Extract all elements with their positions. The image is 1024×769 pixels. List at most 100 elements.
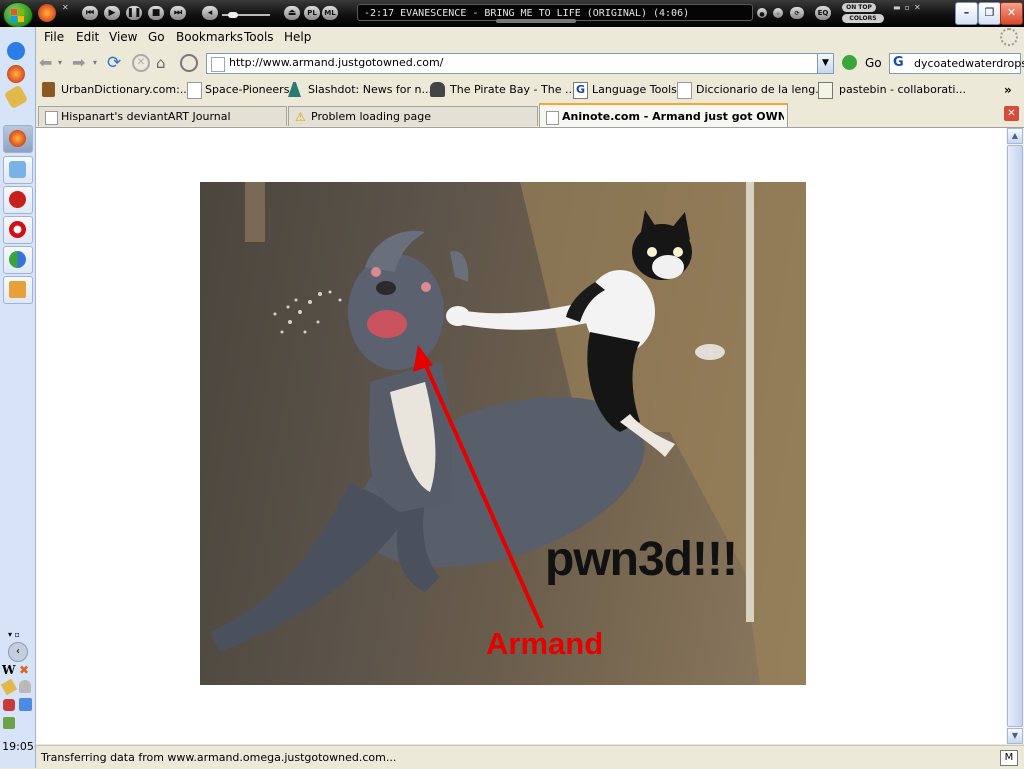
editor-icon bbox=[9, 161, 26, 178]
ie-icon[interactable] bbox=[7, 42, 25, 60]
bookmark-slashdot[interactable]: Slashdot: News for n... bbox=[308, 83, 432, 96]
close-tab-icon[interactable]: ✕ bbox=[1004, 106, 1019, 121]
search-input[interactable]: dycoatedwaterdrops bbox=[914, 57, 1024, 70]
bookmark-pastebin[interactable]: pastebin - collaborati... bbox=[839, 83, 966, 96]
minimize-button[interactable]: – bbox=[955, 2, 978, 25]
shuffle-icon[interactable]: ◦ bbox=[773, 8, 783, 18]
page-icon bbox=[211, 57, 225, 72]
firefox-window: File Edit View Go Bookmarks Tools Help ⬅… bbox=[36, 27, 1024, 769]
player-menu-icon[interactable]: ✕ bbox=[62, 3, 72, 13]
tab-deviantart[interactable]: Hispanart's deviantART Journal bbox=[38, 106, 287, 126]
meme-illustration bbox=[210, 182, 806, 685]
home-icon[interactable]: ⌂ bbox=[156, 54, 174, 72]
address-bar[interactable]: http://www.armand.justgotowned.com/ bbox=[206, 53, 834, 74]
wikipedia-icon[interactable]: W bbox=[2, 663, 15, 677]
menu-file[interactable]: File bbox=[44, 30, 64, 44]
cat-paw bbox=[695, 344, 725, 360]
menu-tools[interactable]: Tools bbox=[244, 30, 274, 44]
address-dropdown-button[interactable]: ▼ bbox=[817, 53, 834, 74]
seek-bar[interactable] bbox=[496, 19, 576, 23]
back-arrow-icon[interactable]: ⬅ bbox=[39, 54, 57, 72]
tray-network-icon[interactable] bbox=[19, 698, 32, 711]
restore-button[interactable]: ❐ bbox=[978, 2, 1001, 25]
volume-icon: ◂ bbox=[202, 6, 218, 20]
taskbar-tools-button[interactable] bbox=[3, 276, 33, 304]
start-button[interactable] bbox=[3, 2, 33, 28]
urbandictionary-icon bbox=[42, 82, 55, 97]
back-dropdown-icon[interactable]: ▾ bbox=[58, 54, 66, 72]
address-text[interactable]: http://www.armand.justgotowned.com/ bbox=[229, 56, 443, 69]
colors-toggle[interactable]: COLORS bbox=[842, 14, 884, 23]
stop-button[interactable]: ■ bbox=[148, 6, 164, 20]
repeat-icon[interactable]: ⟳ bbox=[790, 7, 804, 19]
tray-tools-icon[interactable] bbox=[0, 678, 18, 696]
page-icon bbox=[187, 82, 202, 99]
tools-icon[interactable] bbox=[3, 84, 29, 110]
history-clock-icon[interactable] bbox=[180, 54, 198, 72]
water-spray bbox=[273, 290, 342, 334]
menu-view[interactable]: View bbox=[109, 30, 137, 44]
taskbar-options-icon[interactable]: ▾ ▫ bbox=[8, 630, 20, 639]
tab-aninote[interactable]: Aninote.com - Armand just got OWNE... bbox=[539, 103, 788, 127]
tray-cross-icon[interactable]: ✖ bbox=[19, 663, 29, 677]
close-window-button[interactable]: ✕ bbox=[1000, 2, 1023, 25]
menu-go[interactable]: Go bbox=[148, 30, 165, 44]
tab-problem-loading[interactable]: ⚠ Problem loading page bbox=[288, 106, 538, 126]
on-top-toggle[interactable]: ON TOP bbox=[842, 3, 876, 12]
play-button[interactable]: ▶ bbox=[104, 6, 120, 20]
scrollbar-thumb[interactable] bbox=[1007, 145, 1023, 727]
bookmark-urbandictionary[interactable]: UrbanDictionary.com:... bbox=[61, 83, 190, 96]
stop-icon[interactable]: ✕ bbox=[132, 54, 150, 72]
tray-mail-icon[interactable] bbox=[3, 699, 15, 711]
tab-label: Problem loading page bbox=[311, 110, 431, 123]
armand-caption: Armand bbox=[486, 626, 604, 661]
bookmark-language-tools[interactable]: Language Tools bbox=[592, 83, 677, 96]
bookmark-space-pioneers[interactable]: Space-Pioneers bbox=[205, 83, 289, 96]
volume-knob[interactable] bbox=[228, 12, 238, 18]
player-window-controls[interactable]: ▬▫✕ bbox=[893, 3, 948, 21]
clipboard-icon bbox=[818, 82, 833, 99]
tray-sound-icon[interactable] bbox=[3, 717, 15, 729]
go-button-label[interactable]: Go bbox=[865, 56, 882, 70]
google-search-icon[interactable]: G bbox=[893, 56, 907, 70]
next-track-button[interactable]: ⏭ bbox=[170, 6, 186, 20]
playlist-button[interactable]: PL bbox=[304, 6, 320, 20]
taskbar-firefox-button[interactable] bbox=[3, 125, 33, 153]
tab-label: Aninote.com - Armand just got OWNE... bbox=[562, 110, 784, 123]
taskbar-flash-button[interactable] bbox=[3, 186, 33, 214]
taskbar-opera-button[interactable] bbox=[3, 216, 33, 244]
eject-button[interactable]: ⏏ bbox=[284, 6, 300, 20]
menu-help[interactable]: Help bbox=[284, 30, 311, 44]
firefox-quicklaunch-icon[interactable] bbox=[7, 65, 25, 83]
menu-bar: File Edit View Go Bookmarks Tools Help bbox=[36, 27, 1024, 48]
scroll-up-icon[interactable]: ▲ bbox=[1007, 128, 1023, 144]
firefox-icon[interactable] bbox=[38, 4, 56, 22]
previous-track-button[interactable]: ⏮ bbox=[82, 6, 98, 20]
reload-icon[interactable]: ⟳ bbox=[107, 54, 125, 72]
bookmark-diccionario[interactable]: Diccionario de la leng... bbox=[696, 83, 826, 96]
bookmarks-overflow-chevron-icon[interactable]: » bbox=[1004, 83, 1012, 97]
menu-edit[interactable]: Edit bbox=[76, 30, 99, 44]
menu-bookmarks[interactable]: Bookmarks bbox=[176, 30, 243, 44]
scroll-down-icon[interactable]: ▼ bbox=[1007, 728, 1023, 744]
search-box[interactable]: G dycoatedwaterdrops bbox=[889, 53, 1024, 74]
taskbar-messenger-button[interactable] bbox=[3, 246, 33, 274]
vertical-scrollbar[interactable]: ▲ ▼ bbox=[1006, 128, 1024, 744]
windows-logo-part bbox=[18, 16, 24, 22]
media-library-button[interactable]: ML bbox=[322, 6, 338, 20]
status-bar: Transferring data from www.armand.omega.… bbox=[36, 745, 1024, 769]
messenger-icon bbox=[9, 251, 26, 268]
cat-paw bbox=[446, 306, 470, 326]
taskbar-app-button[interactable] bbox=[3, 156, 33, 184]
tray-user-icon[interactable] bbox=[19, 680, 31, 693]
record-icon[interactable]: ● bbox=[757, 8, 767, 18]
forward-dropdown-icon[interactable]: ▾ bbox=[93, 54, 101, 72]
door-frame bbox=[746, 182, 754, 622]
collapse-arrow-icon[interactable]: ‹ bbox=[8, 642, 28, 662]
pause-button[interactable]: ❚❚ bbox=[126, 6, 142, 20]
forward-arrow-icon[interactable]: ➡ bbox=[72, 54, 90, 72]
gmail-notifier-icon[interactable]: M bbox=[1000, 750, 1018, 766]
equalizer-button[interactable]: EQ bbox=[815, 6, 831, 20]
bookmark-pirate-bay[interactable]: The Pirate Bay - The ... bbox=[450, 83, 575, 96]
go-arrow-icon[interactable] bbox=[842, 55, 857, 70]
